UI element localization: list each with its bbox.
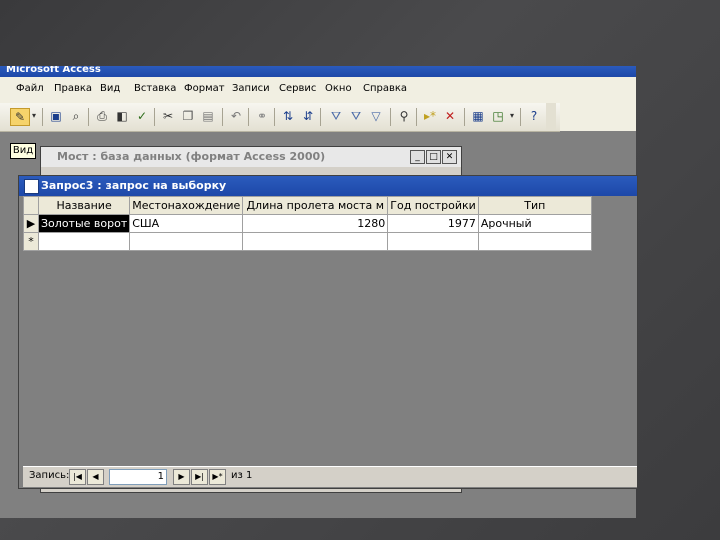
query-window: Запрос3 : запрос на выборку Название Мес…	[18, 175, 638, 489]
record-number-input[interactable]: 1	[109, 469, 167, 485]
menu-edit[interactable]: Правка	[54, 83, 92, 94]
menu-help[interactable]: Справка	[363, 83, 407, 94]
tooltip: Вид	[10, 143, 36, 159]
maximize-button[interactable]: □	[426, 150, 441, 164]
row-selector[interactable]: ▶	[23, 214, 39, 233]
query-window-titlebar: Запрос3 : запрос на выборку	[19, 176, 637, 196]
new-object-icon[interactable]: ◳	[490, 108, 506, 124]
sort-asc-icon[interactable]: ⇅	[280, 108, 296, 124]
search-file-icon[interactable]: ⌕	[68, 108, 84, 124]
minimize-button[interactable]: _	[410, 150, 425, 164]
new-record-nav-button[interactable]: ▶*	[209, 469, 226, 485]
save-icon[interactable]: ▣	[48, 108, 64, 124]
menu-view[interactable]: Вид	[100, 83, 120, 94]
new-row: *	[23, 232, 592, 251]
cell-location[interactable]: США	[129, 214, 244, 233]
filter-form-icon[interactable]: ⛛	[348, 108, 364, 124]
cell-name[interactable]: Золотые ворот	[37, 214, 131, 233]
chevron-down-icon[interactable]: ▾	[30, 108, 38, 124]
database-window-title: Мост : база данных (формат Access 2000)	[57, 150, 326, 163]
record-label: Запись:	[29, 470, 70, 481]
query-icon	[24, 179, 39, 194]
query-window-title: Запрос3 : запрос на выборку	[41, 179, 227, 192]
record-navigation: Запись: |◀ ◀ 1 ▶ ▶| ▶* из 1	[23, 466, 637, 487]
menu-window[interactable]: Окно	[325, 83, 352, 94]
sort-desc-icon[interactable]: ⇵	[300, 108, 316, 124]
column-header[interactable]: Название	[37, 196, 131, 215]
toolbar: ✎ ▾ ▣ ⌕ ⎙ ◧ ✓ ✂ ❐ ▤ ↶ ⚭ ⇅ ⇵ ⛛ ⛛ ▽ ⚲ ▸* ✕…	[0, 103, 560, 132]
cell-type[interactable]	[477, 232, 592, 251]
cell-type[interactable]: Арочный	[477, 214, 592, 233]
cell-name[interactable]	[37, 232, 131, 251]
paste-icon[interactable]: ▤	[200, 108, 216, 124]
record-count: из 1	[231, 470, 253, 481]
copy-icon[interactable]: ❐	[180, 108, 196, 124]
menu-insert[interactable]: Вставка	[134, 83, 176, 94]
menu-bar: Файл Правка Вид Вставка Формат Записи Се…	[0, 77, 636, 103]
menu-tools[interactable]: Сервис	[279, 83, 316, 94]
new-record-icon[interactable]: ▸*	[422, 108, 438, 124]
last-record-button[interactable]: ▶|	[191, 469, 208, 485]
column-header[interactable]: Длина пролета моста м	[242, 196, 389, 215]
menubar-strip	[560, 103, 636, 131]
delete-record-icon[interactable]: ✕	[442, 108, 458, 124]
spell-icon[interactable]: ✓	[134, 108, 150, 124]
database-window-titlebar: Мост : база данных (формат Access 2000) …	[41, 147, 461, 167]
hyperlink-icon[interactable]: ⚭	[254, 108, 270, 124]
help-icon[interactable]: ?	[526, 108, 542, 124]
next-record-button[interactable]: ▶	[173, 469, 190, 485]
cell-year[interactable]: 1977	[387, 214, 479, 233]
database-window-icon[interactable]: ▦	[470, 108, 486, 124]
column-header[interactable]: Местонахождение	[129, 196, 244, 215]
cell-span[interactable]	[242, 232, 389, 251]
preview-icon[interactable]: ◧	[114, 108, 130, 124]
previous-record-button[interactable]: ◀	[87, 469, 104, 485]
table-row: ▶ Золотые ворот США 1280 1977 Арочный	[23, 214, 592, 233]
cell-span[interactable]: 1280	[242, 214, 389, 233]
chevron-down-icon[interactable]: ▾	[508, 108, 516, 124]
first-record-button[interactable]: |◀	[69, 469, 86, 485]
column-header[interactable]: Тип	[477, 196, 592, 215]
menu-format[interactable]: Формат	[184, 83, 225, 94]
app-titlebar: Microsoft Access	[0, 66, 636, 77]
datasheet-table: Название Местонахождение Длина пролета м…	[23, 196, 592, 251]
datasheet: Название Местонахождение Длина пролета м…	[23, 196, 637, 466]
cell-location[interactable]	[129, 232, 244, 251]
column-header[interactable]: Год постройки	[387, 196, 479, 215]
header-row: Название Местонахождение Длина пролета м…	[23, 196, 592, 215]
row-selector[interactable]: *	[23, 232, 39, 251]
undo-icon[interactable]: ↶	[228, 108, 244, 124]
menu-records[interactable]: Записи	[232, 83, 270, 94]
app-title: Microsoft Access	[6, 66, 101, 75]
cell-year[interactable]	[387, 232, 479, 251]
close-button[interactable]: ✕	[442, 150, 457, 164]
toolbar-overflow[interactable]	[546, 103, 556, 131]
menu-file[interactable]: Файл	[16, 83, 44, 94]
print-icon[interactable]: ⎙	[94, 108, 110, 124]
view-icon[interactable]: ✎	[10, 108, 30, 126]
cut-icon[interactable]: ✂	[160, 108, 176, 124]
filter-icon[interactable]: ▽	[368, 108, 384, 124]
select-all-cell[interactable]	[23, 196, 39, 215]
filter-selection-icon[interactable]: ⛛	[328, 108, 344, 124]
find-icon[interactable]: ⚲	[396, 108, 412, 124]
